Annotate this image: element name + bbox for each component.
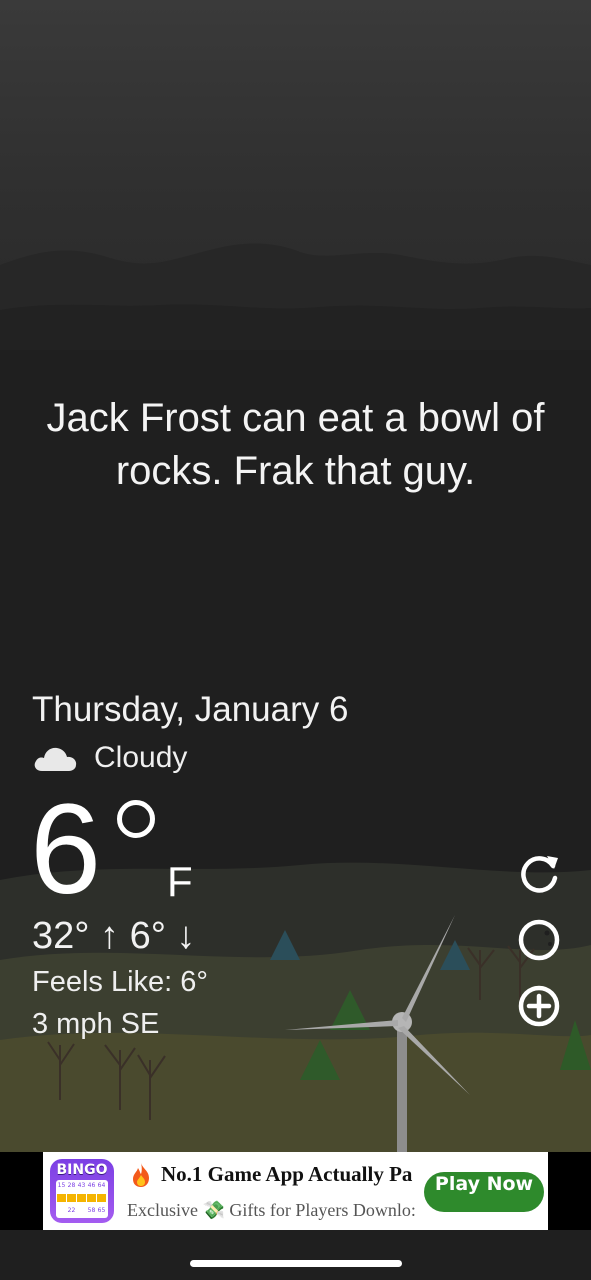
refresh-button[interactable] [516,850,562,896]
add-icon [518,985,560,1027]
theme-button[interactable] [516,917,562,963]
temperature-unit: F [167,858,193,905]
degree-symbol [117,800,155,838]
bingo-app-icon[interactable]: BINGO 15 28 43 46 64 22 58 65 [50,1159,114,1223]
witty-message: Jack Frost can eat a bowl of rocks. Frak… [46,396,545,493]
current-temperature: 6 [30,778,102,921]
ad-title: No.1 Game App Actually Pa [161,1162,413,1186]
forecast-date: Thursday, January 6 [32,690,349,729]
condition-row: Cloudy [32,738,187,778]
bingo-card-graphic: 15 28 43 46 64 22 58 65 [56,1180,108,1218]
condition-label: Cloudy [94,741,188,774]
high-low-temperature: 32° ↑ 6° ↓ [32,915,196,957]
theme-icon [518,919,560,961]
cloud-icon [34,747,77,771]
bingo-app-icon-label: BINGO [56,1162,108,1178]
add-location-button[interactable] [516,983,562,1029]
mountain-silhouette [0,243,591,350]
ad-content[interactable]: BINGO 15 28 43 46 64 22 58 65 No.1 Game … [43,1152,548,1230]
refresh-icon [521,856,558,893]
ad-subtitle: Exclusive 💸 Gifts for Players Downlo: [127,1200,416,1220]
ad-banner: BINGO 15 28 43 46 64 22 58 65 No.1 Game … [0,1152,591,1230]
play-now-button[interactable]: Play Now [424,1172,544,1212]
fire-icon [133,1163,149,1187]
wind-speed: 3 mph SE [32,1008,160,1040]
home-indicator[interactable] [190,1260,402,1267]
feels-like: Feels Like: 6° [32,966,209,998]
